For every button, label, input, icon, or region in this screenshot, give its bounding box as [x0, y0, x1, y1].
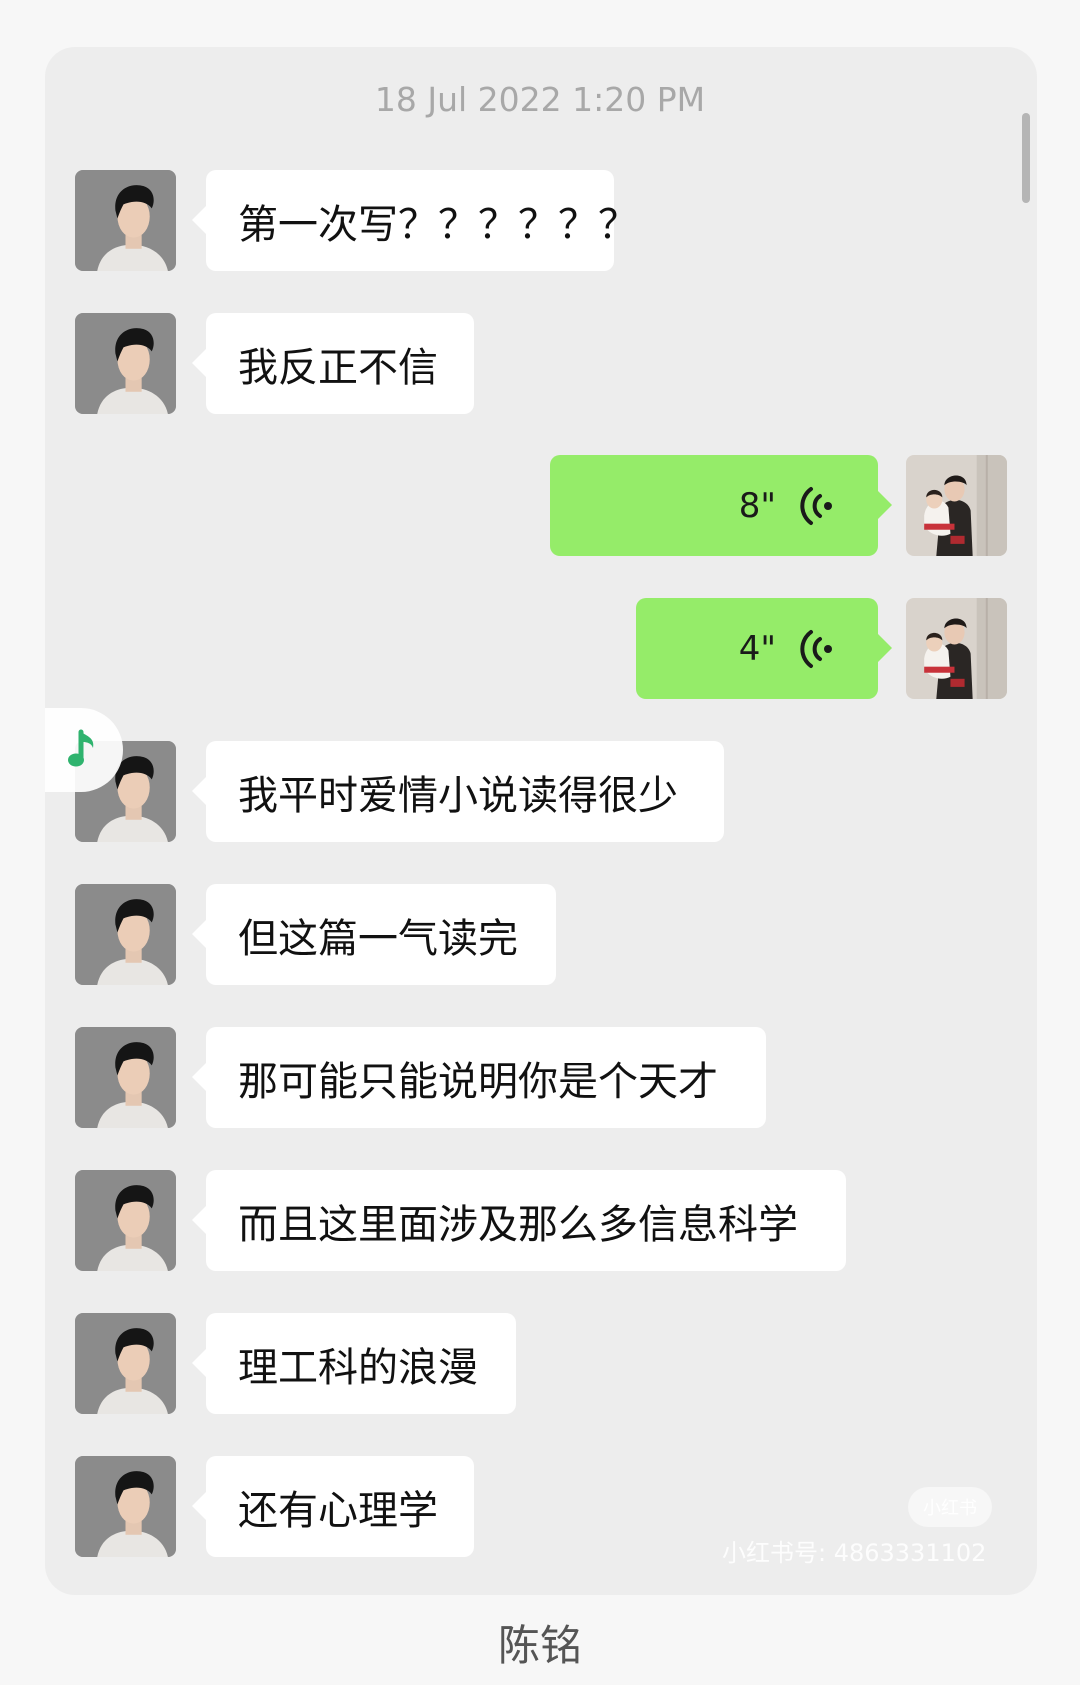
incoming-message-bubble[interactable]: 理工科的浪漫	[192, 1313, 516, 1414]
voice-wave-icon	[800, 629, 834, 669]
contact-avatar[interactable]	[75, 1027, 176, 1128]
message-text: 还有心理学	[238, 1487, 438, 1534]
caption-name: 陈铭	[497, 1621, 582, 1670]
message-text: 理工科的浪漫	[238, 1344, 478, 1391]
incoming-message-bubble[interactable]: 第一次写？？？？？？	[192, 170, 638, 271]
contact-avatar[interactable]	[75, 884, 176, 985]
incoming-message-bubble[interactable]: 还有心理学	[192, 1456, 474, 1557]
music-note-icon	[68, 729, 94, 767]
incoming-message-bubble[interactable]: 但这篇一气读完	[192, 884, 556, 985]
message-text: 而且这里面涉及那么多信息科学	[238, 1201, 798, 1248]
scrollbar[interactable]	[1022, 113, 1030, 203]
message-text: 我反正不信	[238, 344, 438, 391]
incoming-message-bubble[interactable]: 那可能只能说明你是个天才	[192, 1027, 766, 1128]
watermark-logo: 小红书	[908, 1487, 992, 1527]
watermark-id: 小红书号: 4863331102	[722, 1539, 987, 1567]
contact-avatar[interactable]	[75, 170, 176, 271]
contact-avatar[interactable]	[75, 313, 176, 414]
incoming-message-bubble[interactable]: 而且这里面涉及那么多信息科学	[192, 1170, 846, 1271]
incoming-message-bubble[interactable]: 我反正不信	[192, 313, 474, 414]
contact-avatar[interactable]	[75, 1313, 176, 1414]
incoming-message-bubble[interactable]: 我平时爱情小说读得很少	[192, 741, 724, 842]
contact-avatar[interactable]	[75, 1170, 176, 1271]
voice-duration: 4"	[738, 628, 776, 669]
my-avatar[interactable]	[906, 598, 1007, 699]
message-text: 第一次写？？？？？？	[238, 201, 638, 248]
message-text: 我平时爱情小说读得很少	[238, 772, 678, 819]
message-text: 但这篇一气读完	[238, 915, 518, 962]
contact-avatar[interactable]	[75, 1456, 176, 1557]
my-avatar[interactable]	[906, 455, 1007, 556]
chat-timestamp: 18 Jul 2022 1:20 PM	[374, 80, 706, 119]
outgoing-voice-message[interactable]: 8"	[550, 455, 892, 556]
voice-duration: 8"	[738, 485, 776, 526]
voice-wave-icon	[800, 486, 834, 526]
outgoing-voice-message[interactable]: 4"	[636, 598, 892, 699]
message-text: 那可能只能说明你是个天才	[238, 1058, 718, 1105]
